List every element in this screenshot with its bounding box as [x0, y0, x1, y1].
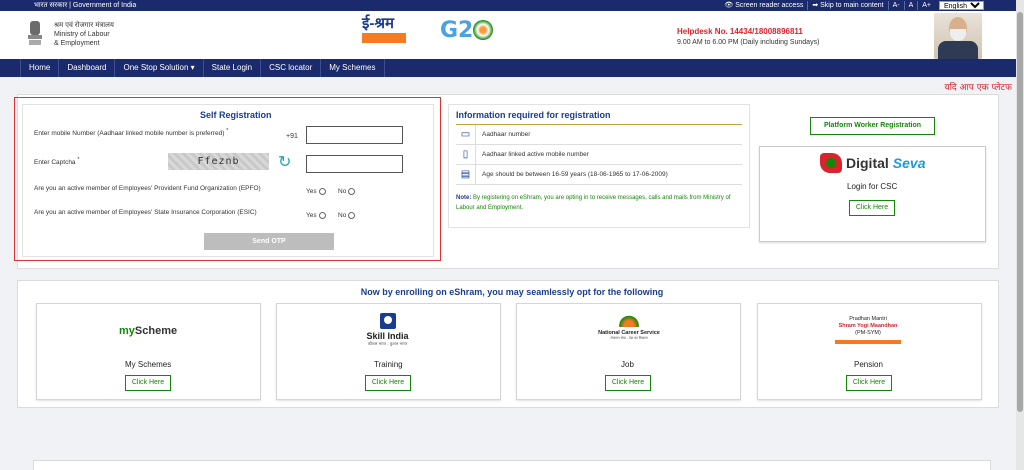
esic-no-option[interactable]: No: [338, 212, 356, 219]
epfo-yes-option[interactable]: Yes: [306, 188, 326, 195]
myscheme-logo: myScheme: [119, 325, 178, 337]
next-section: [33, 460, 991, 470]
nav-dashboard[interactable]: Dashboard: [59, 59, 116, 77]
captcha-label: Enter Captcha *: [34, 157, 80, 167]
main-nav: Home Dashboard One Stop Solution ▾ State…: [0, 59, 1024, 77]
government-label: भारत सरकार | Government of India: [34, 2, 137, 9]
nav-home[interactable]: Home: [20, 59, 60, 77]
national-emblem-icon: [28, 21, 42, 45]
info-row-age: ▤ Age should be between 16-59 years (18-0…: [456, 164, 742, 185]
card-title-pension: Pension: [854, 360, 883, 369]
nav-state-login[interactable]: State Login: [204, 59, 262, 77]
csc-click-here-button[interactable]: Click Here: [849, 200, 895, 216]
pension-click-here-button[interactable]: Click Here: [846, 375, 892, 391]
pm-sym-logo: Pradhan Mantri Shram Yogi Maandhan (PM-SYM…: [833, 316, 903, 344]
font-normal-button[interactable]: A: [903, 1, 918, 10]
font-increase-button[interactable]: A+: [917, 1, 935, 10]
platform-worker-registration-button[interactable]: Platform Worker Registration: [810, 117, 935, 135]
training-click-here-button[interactable]: Click Here: [365, 375, 411, 391]
esic-no-radio[interactable]: [348, 212, 356, 219]
captcha-image: Ffeznb: [168, 153, 269, 170]
info-row-aadhaar: ▭ Aadhaar number: [456, 124, 742, 145]
captcha-input[interactable]: [306, 155, 403, 173]
accessibility-links: 👁 Screen reader access ➡ Skip to main co…: [720, 0, 984, 11]
helpdesk-hours: 9.00 AM to 6.00 PM (Daily including Sund…: [677, 39, 820, 46]
digital-seva-icon: [820, 153, 842, 173]
refresh-captcha-icon[interactable]: ↻: [278, 154, 291, 170]
mobile-phone-icon: ▯: [456, 144, 476, 165]
esic-label: Are you an active member of Employees' S…: [34, 209, 257, 216]
login-for-csc-label: Login for CSC: [847, 182, 898, 191]
job-click-here-button[interactable]: Click Here: [605, 375, 651, 391]
pm-photo: [934, 13, 982, 59]
skill-india-icon: [379, 313, 396, 329]
registration-note: Note: By registering on eShram, you are …: [456, 195, 731, 211]
enroll-title: Now by enrolling on eShram, you may seam…: [360, 287, 664, 297]
my-schemes-click-here-button[interactable]: Click Here: [125, 375, 171, 391]
top-bar: भारत सरकार | Government of India 👁 Scree…: [0, 0, 1024, 11]
nav-one-stop-solution[interactable]: One Stop Solution ▾: [115, 59, 204, 77]
registration-title: Self Registration: [200, 110, 272, 120]
nav-csc-locator[interactable]: CSC locator: [261, 59, 322, 77]
send-otp-button[interactable]: Send OTP: [204, 233, 334, 250]
g20-logo: G2: [440, 18, 494, 43]
language-select[interactable]: English: [939, 1, 984, 10]
ncs-logo: National Career Service रोजगार सेवा - देश…: [598, 313, 660, 341]
font-decrease-button[interactable]: A-: [887, 1, 904, 10]
eshram-logo[interactable]: ई-श्रम: [362, 16, 406, 52]
card-title-training: Training: [374, 360, 403, 369]
ncs-icon: [619, 313, 639, 327]
card-title-job: Job: [621, 360, 634, 369]
digital-seva-logo: Digital Seva: [820, 153, 925, 173]
esic-yes-radio[interactable]: [318, 212, 326, 219]
info-title: Information required for registration: [456, 110, 611, 120]
esic-yes-option[interactable]: Yes: [306, 212, 326, 219]
site-header: श्रम एवं रोजगार मंत्रालय Ministry of Lab…: [0, 11, 1024, 59]
ministry-name: श्रम एवं रोजगार मंत्रालय Ministry of Lab…: [54, 22, 114, 47]
skill-india-logo: Skill India कौशल भारत - कुशल भारत: [360, 313, 415, 347]
screen-reader-link[interactable]: 👁 Screen reader access: [720, 1, 807, 10]
helpdesk-number: Helpdesk No. 14434/18008896811: [677, 27, 803, 36]
mobile-input[interactable]: [306, 126, 403, 144]
card-title-my-schemes: My Schemes: [125, 360, 172, 369]
info-row-mobile: ▯ Aadhaar linked active mobile number: [456, 144, 742, 165]
nav-my-schemes[interactable]: My Schemes: [321, 59, 385, 77]
epfo-yes-radio[interactable]: [318, 188, 326, 195]
epfo-label: Are you an active member of Employees' P…: [34, 185, 261, 192]
page-scrollbar[interactable]: [1016, 0, 1024, 470]
epfo-no-radio[interactable]: [348, 188, 356, 195]
mobile-label: Enter mobile Number (Aadhaar linked mobi…: [34, 128, 229, 138]
id-card-icon: ▭: [456, 124, 476, 145]
scrollbar-thumb[interactable]: [1017, 12, 1023, 412]
calendar-icon: ▤: [456, 164, 476, 185]
mobile-prefix: +91: [286, 133, 298, 140]
announcement-marquee[interactable]: यदि आप एक प्लेटफ: [944, 80, 1012, 93]
g20-lotus-icon: [473, 20, 494, 40]
epfo-no-option[interactable]: No: [338, 188, 356, 195]
skip-main-link[interactable]: ➡ Skip to main content: [807, 1, 887, 10]
